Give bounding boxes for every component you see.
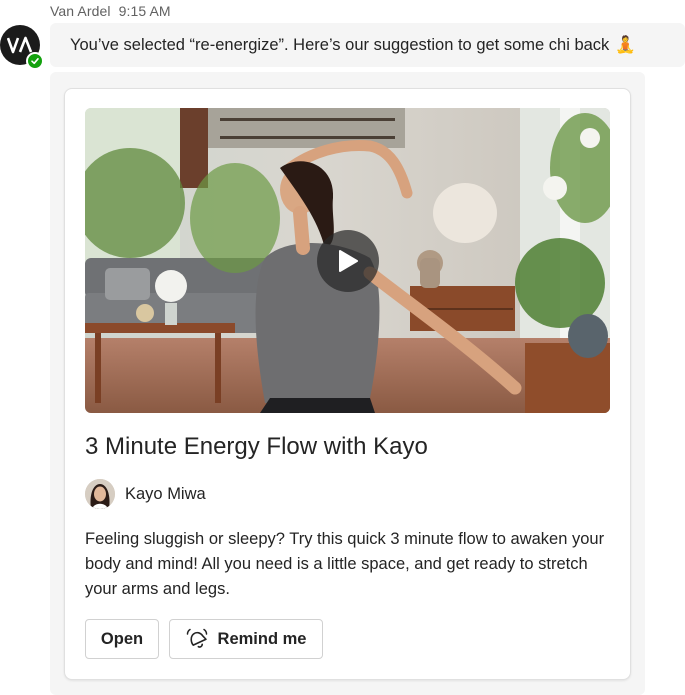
- remind-me-label: Remind me: [217, 629, 307, 648]
- va-logo-icon: [7, 36, 33, 54]
- open-button[interactable]: Open: [85, 619, 159, 659]
- play-button[interactable]: [317, 230, 379, 292]
- open-button-label: Open: [100, 629, 144, 648]
- author-avatar: [85, 479, 115, 509]
- card-title: 3 Minute Energy Flow with Kayo: [85, 433, 428, 460]
- play-icon: [339, 250, 358, 272]
- check-icon: [31, 58, 39, 65]
- sender-name: Van Ardel: [50, 3, 111, 19]
- message-meta: Van Ardel 9:15 AM: [50, 3, 171, 19]
- author-photo-icon: [85, 479, 115, 509]
- lotus-emoji-icon: 🧘: [615, 36, 636, 54]
- presence-available-icon: [26, 52, 44, 70]
- message-time: 9:15 AM: [118, 3, 171, 19]
- author-name: Kayo Miwa: [125, 485, 206, 503]
- message-bubble: You’ve selected “re-energize”. Here’s ou…: [50, 23, 685, 67]
- remind-me-button[interactable]: Remind me: [169, 619, 323, 659]
- card-description: Feeling sluggish or sleepy? Try this qui…: [85, 530, 605, 598]
- message-text: You’ve selected “re-energize”. Here’s ou…: [70, 36, 610, 54]
- reminder-bell-icon: [186, 628, 208, 650]
